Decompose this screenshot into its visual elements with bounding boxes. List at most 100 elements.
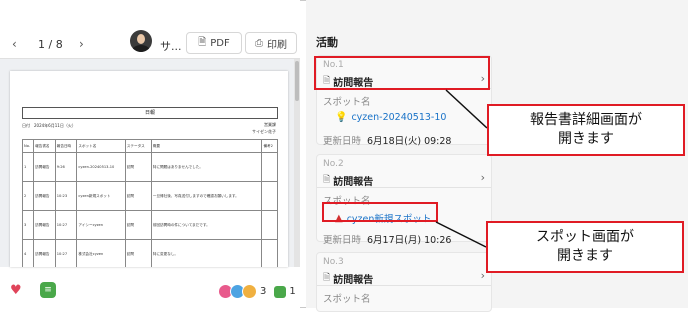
report-link[interactable]: 🗎 訪問報告: [323, 270, 373, 286]
table-cell: 10:23: [54, 181, 78, 211]
callout-spot-screen: スポット画面が 開きます: [486, 221, 684, 273]
report-name: 訪問報告: [333, 176, 374, 188]
card-number: No.3: [323, 257, 344, 267]
date-value: 6月18日(火) 09:28: [367, 136, 452, 147]
table-cell: [261, 239, 278, 267]
spot-name: cyzen-20240513-10: [351, 112, 447, 123]
table-cell: 訪問: [124, 239, 152, 267]
card-number: No.2: [323, 159, 344, 169]
table-cell: 特に変更なし。: [150, 239, 263, 267]
date-value: 6月17日(月) 10:26: [367, 235, 452, 246]
table-cell: 4: [21, 239, 35, 267]
column-header: 備考2: [261, 139, 278, 153]
column-header: ステータス: [124, 139, 152, 153]
chevron-right-icon[interactable]: ›: [481, 171, 485, 184]
column-header: No.: [21, 139, 35, 153]
document-table: No. 報告書名 報告日時 スポット名 ステータス 概要 備考2 1 訪問報告 …: [21, 139, 278, 267]
table-cell: 9:26: [54, 152, 78, 182]
table-cell: [261, 181, 278, 211]
document-person: サイゼン花子: [252, 129, 276, 134]
column-header: 概要: [150, 139, 263, 153]
table-cell: 訪問: [124, 152, 152, 182]
table-cell: 訪問報告: [33, 181, 56, 211]
avatar-face: [137, 34, 145, 44]
document-icon: 🗎: [323, 175, 331, 185]
page-indicator: 1 / 8: [38, 38, 63, 51]
date-label: 更新日時: [323, 136, 362, 147]
comment-icon[interactable]: ≡: [40, 282, 56, 298]
table-cell: [261, 152, 278, 182]
document-author: 営業課 サイゼン花子: [228, 121, 276, 135]
table-cell: 1: [21, 152, 35, 182]
user-name: サ...: [160, 40, 182, 53]
document-title: 日報: [22, 107, 278, 119]
highlight-report-header: [314, 56, 490, 90]
comment-count-icon: [274, 285, 287, 298]
updated-at: 更新日時 6月17日(月) 10:26: [323, 232, 451, 246]
callout-report-detail: 報告書詳細画面が 開きます: [487, 104, 685, 156]
spot-label: スポット名: [323, 97, 371, 108]
date-label: 更新日時: [323, 235, 362, 246]
reaction-count: 3: [260, 286, 267, 297]
activity-title: 活動: [316, 36, 338, 49]
table-cell: 3: [21, 210, 35, 240]
pdf-button[interactable]: 🗎 PDF: [186, 32, 242, 54]
divider: [317, 285, 491, 286]
pdf-doc-icon: 🗎: [198, 36, 207, 48]
avatar[interactable]: [130, 30, 152, 52]
viewer-scrollbar[interactable]: [294, 59, 300, 267]
table-cell: 2: [21, 181, 35, 211]
report-viewer-panel: ‹ 1 / 8 › サ... 🗎 PDF ⎙ 印刷 日報 日付 2024年6月1…: [0, 0, 300, 308]
table-cell: 前回訪問時の件についてまだです。: [150, 210, 263, 240]
table-cell: cyzen-20240513-10: [76, 152, 126, 182]
scrollbar-thumb[interactable]: [295, 61, 299, 101]
document-icon: 🗎: [323, 273, 331, 283]
print-button[interactable]: ⎙ 印刷: [245, 32, 297, 54]
updated-at: 更新日時 6月18日(火) 09:28: [323, 133, 451, 147]
callout-line: 開きます: [557, 248, 613, 264]
table-cell: 10:27: [54, 210, 78, 240]
table-cell: アイシーcyzen: [76, 210, 126, 240]
avatar-body: [132, 45, 150, 52]
table-cell: 一旦帰社後、写真送付しますので確認お願いします。: [150, 181, 263, 211]
column-header: 報告日時: [54, 139, 78, 153]
highlight-spot-link: [322, 202, 438, 222]
table-row: 4 訪問報告 10:27 株式会社cyzen 訪問 特に変更なし。: [21, 239, 278, 267]
activity-card: No.3 🗎 訪問報告 › スポット名: [316, 252, 492, 312]
printer-icon: ⎙: [255, 37, 263, 49]
prev-page-icon[interactable]: ‹: [12, 37, 17, 51]
table-cell: 10:27: [54, 239, 78, 267]
table-cell: 訪問報告: [33, 239, 56, 267]
table-cell: [261, 210, 278, 240]
viewer-footer: ♥ ≡ 3 1: [0, 276, 300, 308]
table-cell: cyzen新規スポット: [76, 181, 126, 211]
chevron-right-icon[interactable]: ›: [481, 269, 485, 282]
document-preview[interactable]: 日報 日付 2024年6月11日（火） 営業課 サイゼン花子 No. 報告書名 …: [0, 58, 300, 267]
callout-line: スポット画面が: [536, 229, 634, 245]
reaction-summary[interactable]: 3 1: [218, 284, 296, 299]
thumbs-up-reaction-icon: [242, 284, 257, 299]
comment-count: 1: [289, 286, 296, 297]
column-header: スポット名: [76, 139, 126, 153]
document-page: 日報 日付 2024年6月11日（火） 営業課 サイゼン花子 No. 報告書名 …: [10, 71, 288, 267]
document-date: 日付 2024年6月11日（火）: [22, 123, 76, 128]
next-page-icon[interactable]: ›: [79, 37, 84, 51]
table-row: 2 訪問報告 10:23 cyzen新規スポット 訪問 一旦帰社後、写真送付しま…: [21, 181, 278, 211]
lightbulb-icon: 💡: [335, 112, 348, 123]
divider: [317, 187, 491, 188]
table-header-row: No. 報告書名 報告日時 スポット名 ステータス 概要 備考2: [21, 139, 278, 153]
report-link[interactable]: 🗎 訪問報告: [323, 172, 373, 188]
activity-card: No.2 🗎 訪問報告 › スポット名 ▲ cyzen新規スポット 更新日時 6月…: [316, 154, 492, 246]
print-button-label: 印刷: [267, 39, 287, 51]
callout-line: 開きます: [558, 131, 614, 147]
spot-link[interactable]: 💡 cyzen-20240513-10: [335, 112, 446, 123]
table-cell: 特に問題はありませんでした。: [150, 152, 263, 182]
table-row: 1 訪問報告 9:26 cyzen-20240513-10 訪問 特に問題はあり…: [21, 152, 278, 182]
table-cell: 株式会社cyzen: [76, 239, 126, 267]
report-name: 訪問報告: [333, 274, 374, 286]
spot-label: スポット名: [323, 294, 371, 305]
table-cell: 訪問: [124, 210, 152, 240]
table-row: 3 訪問報告 10:27 アイシーcyzen 訪問 前回訪問時の件についてまだで…: [21, 210, 278, 240]
callout-line: 報告書詳細画面が: [530, 112, 642, 128]
heart-icon[interactable]: ♥: [10, 284, 24, 298]
